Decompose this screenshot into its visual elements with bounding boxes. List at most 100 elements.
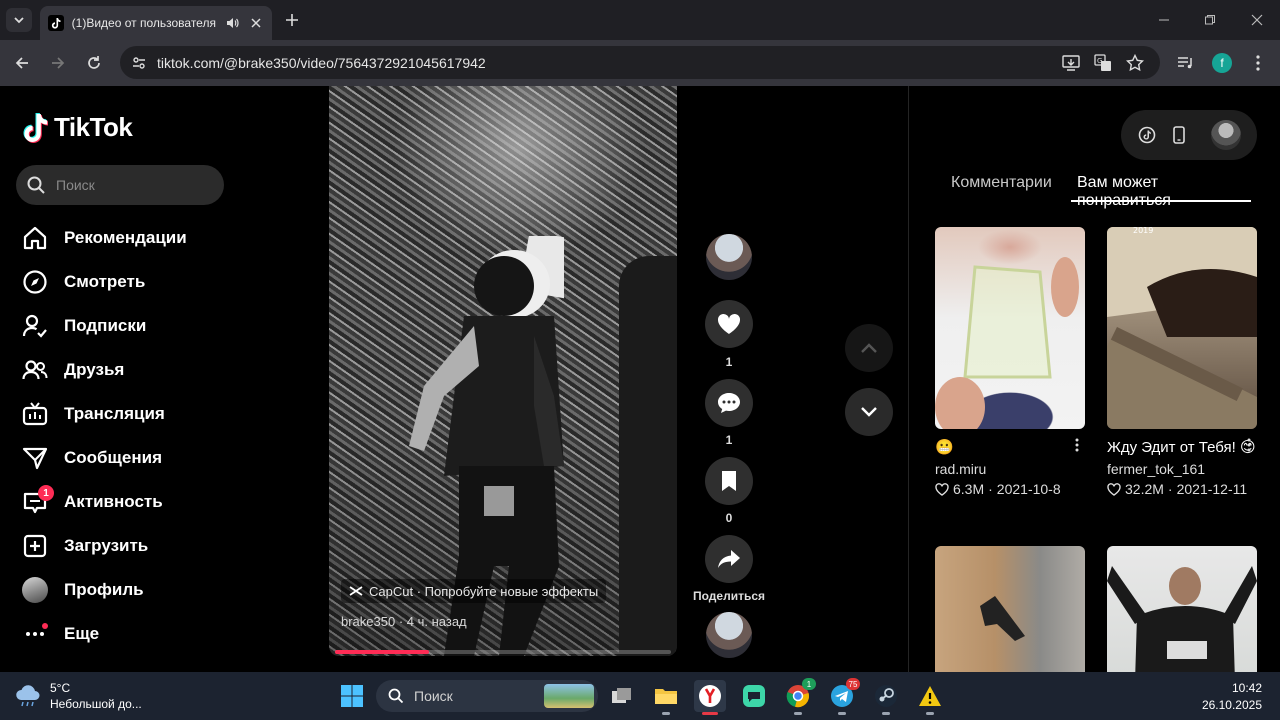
file-explorer-icon[interactable] xyxy=(650,680,682,715)
chevron-up-icon xyxy=(861,343,877,353)
next-video-button[interactable] xyxy=(845,388,893,436)
sidebar-item-upload[interactable]: Загрузить xyxy=(22,524,222,568)
weather-description: Небольшой до... xyxy=(50,697,142,711)
tab-search-button[interactable] xyxy=(6,8,32,32)
creator-avatar[interactable] xyxy=(706,234,752,280)
video-player[interactable]: CapCut · Попробуйте новые эффекты brake3… xyxy=(329,86,677,656)
minimize-icon xyxy=(1159,19,1169,21)
recommended-card[interactable]: 😬 rad.miru 6.3M · 2021-10-8 xyxy=(935,227,1085,497)
phone-icon[interactable] xyxy=(1169,125,1189,145)
card-more-icon[interactable] xyxy=(1241,435,1257,455)
search-box[interactable] xyxy=(16,165,224,205)
card-stats: 32.2M · 2021-12-11 xyxy=(1107,481,1257,497)
telegram-icon[interactable]: 75 xyxy=(826,678,860,715)
minimize-button[interactable] xyxy=(1154,10,1174,30)
tiktok-note-icon xyxy=(23,112,48,143)
sidebar-item-following[interactable]: Подписки xyxy=(22,304,222,348)
sidebar-item-recommendations[interactable]: Рекомендации xyxy=(22,216,222,260)
url-text[interactable]: tiktok.com/@brake350/video/7564372921045… xyxy=(157,55,486,71)
close-tab-icon[interactable] xyxy=(248,15,264,31)
bookmark-star-icon[interactable] xyxy=(1126,54,1144,72)
browser-profile-avatar[interactable]: f xyxy=(1212,53,1232,73)
taskbar-search[interactable]: Поиск xyxy=(376,680,598,712)
capcut-icon xyxy=(349,586,363,596)
header-actions xyxy=(1121,110,1257,160)
sidebar-item-messages[interactable]: Сообщения xyxy=(22,436,222,480)
yandex-browser-icon[interactable] xyxy=(694,680,726,715)
sidebar-item-label: Рекомендации xyxy=(64,228,187,247)
messages-icon xyxy=(22,445,48,471)
sidebar-item-label: Активность xyxy=(64,492,163,511)
browser-tab[interactable]: (1)Видео от пользователя xyxy=(40,6,272,40)
sidebar-item-activity[interactable]: 1 Активность xyxy=(22,480,222,524)
sidebar-item-more[interactable]: Еще xyxy=(22,612,222,656)
tab-comments[interactable]: Комментарии xyxy=(951,174,1052,192)
card-more-icon[interactable] xyxy=(1069,435,1085,455)
sidebar-item-profile[interactable]: Профиль xyxy=(22,568,222,612)
browser-menu-icon[interactable] xyxy=(1248,53,1268,73)
sidebar-item-friends[interactable]: Друзья xyxy=(22,348,222,392)
translate-icon[interactable]: G xyxy=(1094,54,1112,72)
sidebar-item-label: Подписки xyxy=(64,316,147,335)
share-button[interactable] xyxy=(705,535,753,583)
search-input[interactable] xyxy=(56,175,216,195)
media-controls-icon[interactable] xyxy=(1176,53,1196,73)
video-second-person xyxy=(619,256,677,656)
card-author[interactable]: fermer_tok_161 xyxy=(1107,461,1257,477)
sound-avatar[interactable] xyxy=(706,612,752,658)
chevron-down-icon xyxy=(861,407,877,417)
tab-recommended[interactable]: Вам может понравиться xyxy=(1077,174,1251,210)
card-thumbnail-art xyxy=(980,596,1025,641)
heart-icon xyxy=(717,313,741,334)
card-thumbnail[interactable] xyxy=(1107,546,1257,672)
card-thumbnail-art xyxy=(1107,566,1257,672)
sidebar-item-label: Смотреть xyxy=(64,272,146,291)
speaker-icon[interactable] xyxy=(225,15,241,31)
card-thumbnail[interactable] xyxy=(935,546,1085,672)
profile-icon-wrap xyxy=(22,577,48,603)
close-window-button[interactable] xyxy=(1247,10,1267,30)
chrome-icon[interactable]: 1 xyxy=(782,678,816,715)
tiktok-coin-icon[interactable] xyxy=(1137,125,1157,145)
previous-video-button[interactable] xyxy=(845,324,893,372)
like-button[interactable] xyxy=(705,300,753,348)
address-bar[interactable]: tiktok.com/@brake350/video/7564372921045… xyxy=(120,46,1160,79)
search-icon xyxy=(388,688,404,704)
forward-button[interactable] xyxy=(48,53,68,73)
video-progress-bar[interactable] xyxy=(335,650,671,654)
sidebar-item-live[interactable]: Трансляция xyxy=(22,392,222,436)
reload-button[interactable] xyxy=(84,53,104,73)
video-author-time[interactable]: brake350 · 4 ч. назад xyxy=(341,614,467,629)
capcut-effect-banner[interactable]: CapCut · Попробуйте новые эффекты xyxy=(341,579,607,603)
comment-button[interactable] xyxy=(705,379,753,427)
chat-app-icon[interactable] xyxy=(738,680,770,712)
sidebar-item-label: Профиль xyxy=(64,580,144,599)
warning-icon[interactable] xyxy=(914,680,946,715)
recommended-card[interactable] xyxy=(935,546,1085,672)
card-author[interactable]: rad.miru xyxy=(935,461,1085,477)
browser-toolbar: tiktok.com/@brake350/video/7564372921045… xyxy=(0,40,1280,86)
user-avatar[interactable] xyxy=(1211,120,1241,150)
system-clock[interactable]: 10:42 26.10.2025 xyxy=(1202,680,1262,714)
tiktok-logo[interactable]: TikTok xyxy=(22,112,133,143)
sidebar-nav: Рекомендации Смотреть Подписки Друзья Тр… xyxy=(22,216,222,656)
site-info-icon[interactable] xyxy=(130,54,148,72)
restore-button[interactable] xyxy=(1200,10,1220,30)
weather-widget[interactable]: 5°C Небольшой до... xyxy=(14,680,142,712)
task-view-icon[interactable] xyxy=(606,680,638,712)
recommended-card[interactable] xyxy=(1107,546,1257,672)
recommended-card[interactable]: 2019 Жду Эдит от Тебя! 😊 fermer_tok_161 … xyxy=(1107,227,1257,497)
back-button[interactable] xyxy=(12,53,32,73)
save-button[interactable] xyxy=(705,457,753,505)
windows-start-icon[interactable] xyxy=(340,684,364,708)
new-tab-button[interactable] xyxy=(282,10,302,30)
install-app-icon[interactable] xyxy=(1062,54,1080,72)
card-thumbnail[interactable] xyxy=(935,227,1085,429)
right-panel: Комментарии Вам может понравиться 😬 rad.… xyxy=(908,86,1280,672)
steam-icon[interactable] xyxy=(870,680,902,715)
card-separator: · xyxy=(1167,481,1173,497)
sidebar-item-watch[interactable]: Смотреть xyxy=(22,260,222,304)
share-icon xyxy=(718,550,740,568)
card-thumbnail[interactable]: 2019 xyxy=(1107,227,1257,429)
live-icon xyxy=(22,401,48,427)
